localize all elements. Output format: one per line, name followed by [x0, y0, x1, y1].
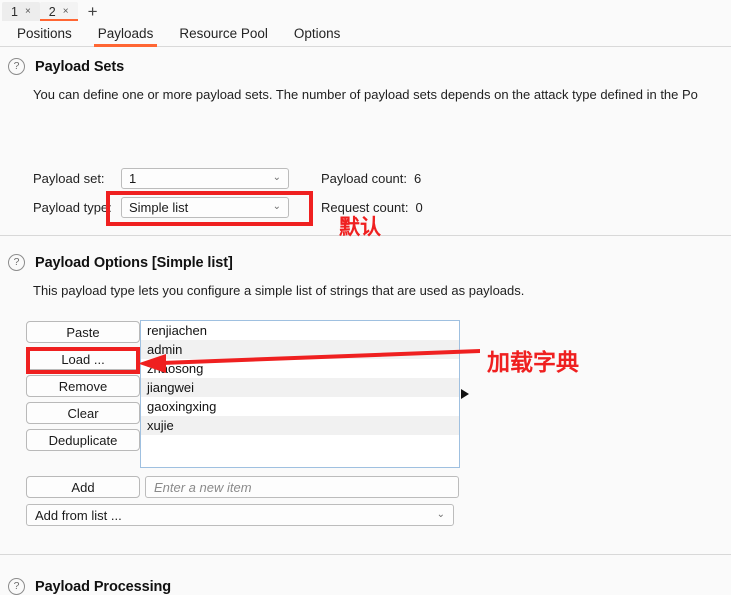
add-button[interactable]: Add — [26, 476, 140, 498]
request-tab-2[interactable]: 2 × — [39, 2, 78, 21]
list-item[interactable]: gaoxingxing — [141, 397, 459, 416]
payload-set-select[interactable]: 1 ⌄ — [121, 167, 289, 189]
deduplicate-button-label: Deduplicate — [48, 432, 118, 448]
add-tab-button[interactable]: + — [78, 2, 108, 21]
tab-payloads-label: Payloads — [97, 26, 154, 41]
list-item[interactable]: zhaosong — [141, 359, 459, 378]
payload-options-description: This payload type lets you configure a s… — [33, 283, 525, 298]
payload-sets-title: Payload Sets — [35, 58, 125, 75]
chevron-down-icon: ⌄ — [436, 509, 445, 520]
payload-processing-section: ? Payload Processing — [0, 578, 731, 595]
load-button-label: Load ... — [61, 351, 105, 367]
help-icon[interactable]: ? — [8, 578, 25, 595]
tab-resource-pool[interactable]: Resource Pool — [166, 21, 281, 47]
payload-type-row: Payload type: Simple list ⌄ Request coun… — [0, 196, 731, 218]
chevron-down-icon: ⌄ — [272, 172, 281, 183]
payload-set-value: 1 — [129, 170, 137, 186]
paste-button[interactable]: Paste — [26, 321, 140, 343]
payload-processing-header: ? Payload Processing — [0, 578, 731, 595]
paste-button-label: Paste — [66, 324, 100, 340]
tab-options-label: Options — [293, 26, 341, 41]
request-tab-1[interactable]: 1 × — [2, 2, 40, 21]
help-icon[interactable]: ? — [8, 58, 25, 75]
payload-processing-title: Payload Processing — [35, 578, 172, 595]
payload-type-value: Simple list — [129, 199, 189, 215]
payload-count-label: Payload count: — [321, 170, 408, 186]
payload-type-select[interactable]: Simple list ⌄ — [121, 196, 289, 218]
new-item-input[interactable]: Enter a new item — [145, 476, 459, 498]
payload-sets-description: You can define one or more payload sets.… — [33, 87, 698, 102]
deduplicate-button[interactable]: Deduplicate — [26, 429, 140, 451]
tab-positions[interactable]: Positions — [4, 21, 85, 47]
payload-list-buttons: Paste Load ... Remove Clear Deduplicate — [26, 321, 140, 451]
add-from-list-label: Add from list ... — [35, 507, 122, 523]
remove-button-label: Remove — [58, 378, 108, 394]
list-item[interactable]: xujie — [141, 416, 459, 435]
close-icon[interactable]: × — [25, 6, 31, 17]
request-count-value: 0 — [415, 199, 423, 215]
clear-button-label: Clear — [67, 405, 99, 421]
payload-options-header: ? Payload Options [Simple list] — [0, 254, 731, 271]
section-divider-1 — [0, 235, 731, 236]
tab-positions-label: Positions — [17, 26, 72, 41]
payload-sets-section: ? Payload Sets You can define one or mor… — [0, 58, 731, 102]
remove-button[interactable]: Remove — [26, 375, 140, 397]
add-from-list-select[interactable]: Add from list ... ⌄ — [26, 504, 454, 526]
new-item-placeholder: Enter a new item — [154, 479, 252, 495]
list-item[interactable]: renjiachen — [141, 321, 459, 340]
request-tab-strip: 1 × 2 × + — [0, 0, 731, 21]
chevron-down-icon: ⌄ — [272, 201, 281, 212]
list-item[interactable]: jiangwei — [141, 378, 459, 397]
list-item[interactable]: admin — [141, 340, 459, 359]
payload-options-section: ? Payload Options [Simple list] This pay… — [0, 254, 731, 298]
add-button-label: Add — [71, 479, 95, 495]
load-button[interactable]: Load ... — [26, 348, 140, 370]
annotation-label-load-dict: 加载字典 — [487, 350, 579, 376]
payload-type-label: Payload type: — [33, 199, 112, 215]
request-count-label: Request count: — [321, 199, 409, 215]
tab-resource-pool-label: Resource Pool — [179, 26, 268, 41]
play-triangle-icon — [461, 389, 469, 399]
request-tab-1-label: 1 — [11, 4, 18, 19]
payload-set-label: Payload set: — [33, 170, 105, 186]
tab-options[interactable]: Options — [281, 21, 354, 47]
tab-payloads[interactable]: Payloads — [85, 21, 167, 47]
payload-sets-header: ? Payload Sets — [0, 58, 731, 75]
section-divider-2 — [0, 554, 731, 555]
payload-options-title: Payload Options [Simple list] — [35, 254, 233, 271]
add-item-row: Add Enter a new item — [26, 476, 459, 498]
payload-list[interactable]: renjiachen admin zhaosong jiangwei gaoxi… — [140, 320, 460, 468]
payload-count-value: 6 — [414, 170, 422, 186]
payload-set-row: Payload set: 1 ⌄ Payload count: 6 — [0, 167, 731, 189]
help-icon[interactable]: ? — [8, 254, 25, 271]
request-tab-2-label: 2 — [48, 4, 56, 19]
clear-button[interactable]: Clear — [26, 402, 140, 424]
close-icon[interactable]: × — [63, 6, 69, 17]
main-tab-bar: Positions Payloads Resource Pool Options — [0, 21, 731, 47]
